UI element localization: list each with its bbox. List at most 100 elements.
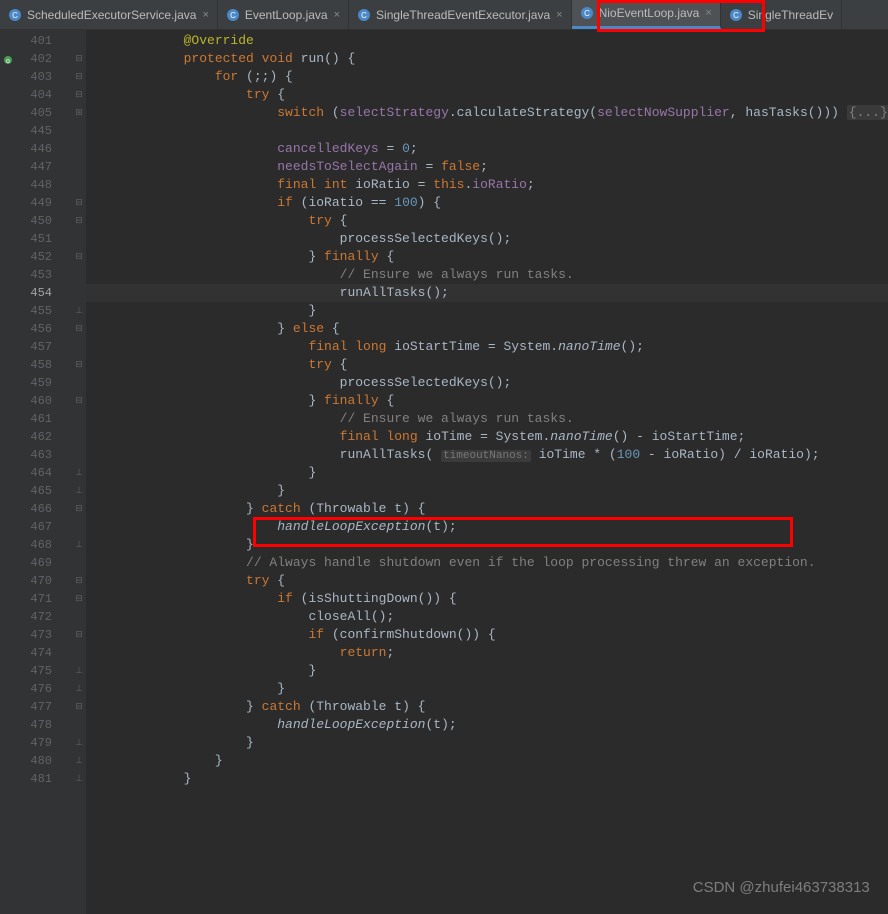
code-line[interactable]: if (isShuttingDown()) { xyxy=(86,590,888,608)
fold-marker[interactable] xyxy=(72,32,86,50)
line-number: 463 xyxy=(0,446,72,464)
tab-single-thread-ev[interactable]: C SingleThreadEv xyxy=(721,0,842,29)
code-line[interactable]: } xyxy=(86,302,888,320)
fold-column[interactable]: ⊟⊟⊟⊞⊟⊟⊟⊥⊟⊟⊟⊥⊥⊟⊥⊟⊟⊟⊥⊥⊟⊥⊥⊥ xyxy=(72,30,86,914)
code-line[interactable]: protected void run() { xyxy=(86,50,888,68)
fold-marker[interactable]: ⊞ xyxy=(72,104,86,122)
code-line[interactable]: try { xyxy=(86,86,888,104)
fold-marker[interactable] xyxy=(72,716,86,734)
fold-marker[interactable]: ⊟ xyxy=(72,590,86,608)
code-line[interactable]: } xyxy=(86,770,888,788)
fold-marker[interactable]: ⊟ xyxy=(72,320,86,338)
code-line[interactable]: switch (selectStrategy.calculateStrategy… xyxy=(86,104,888,122)
tab-scheduled-executor[interactable]: C ScheduledExecutorService.java × xyxy=(0,0,218,29)
code-line[interactable]: // Always handle shutdown even if the lo… xyxy=(86,554,888,572)
fold-marker[interactable]: ⊥ xyxy=(72,680,86,698)
tab-nio-eventloop[interactable]: C NioEventLoop.java × xyxy=(572,0,721,29)
code-line[interactable]: // Ensure we always run tasks. xyxy=(86,266,888,284)
code-line[interactable]: handleLoopException(t); xyxy=(86,716,888,734)
fold-marker[interactable] xyxy=(72,158,86,176)
fold-marker[interactable]: ⊟ xyxy=(72,392,86,410)
fold-marker[interactable]: ⊟ xyxy=(72,248,86,266)
fold-marker[interactable]: ⊥ xyxy=(72,482,86,500)
fold-marker[interactable] xyxy=(72,284,86,302)
fold-marker[interactable] xyxy=(72,338,86,356)
code-line[interactable]: final long ioStartTime = System.nanoTime… xyxy=(86,338,888,356)
code-line[interactable]: } xyxy=(86,662,888,680)
code-line[interactable]: } xyxy=(86,464,888,482)
fold-marker[interactable] xyxy=(72,122,86,140)
code-line[interactable]: } finally { xyxy=(86,392,888,410)
code-line[interactable]: } catch (Throwable t) { xyxy=(86,698,888,716)
code-line[interactable] xyxy=(86,122,888,140)
code-line[interactable]: } catch (Throwable t) { xyxy=(86,500,888,518)
code-line[interactable]: final int ioRatio = this.ioRatio; xyxy=(86,176,888,194)
fold-marker[interactable]: ⊟ xyxy=(72,68,86,86)
code-area[interactable]: @Override protected void run() { for (;;… xyxy=(86,30,888,914)
code-line[interactable]: try { xyxy=(86,572,888,590)
code-line[interactable]: } xyxy=(86,680,888,698)
code-line[interactable]: } else { xyxy=(86,320,888,338)
close-icon[interactable]: × xyxy=(556,9,562,21)
fold-marker[interactable] xyxy=(72,554,86,572)
fold-marker[interactable]: ⊟ xyxy=(72,500,86,518)
code-line[interactable]: } finally { xyxy=(86,248,888,266)
fold-marker[interactable]: ⊟ xyxy=(72,50,86,68)
code-line[interactable]: // Ensure we always run tasks. xyxy=(86,410,888,428)
line-number-gutter[interactable]: 401402o403404405445446447448449450451452… xyxy=(0,30,72,914)
code-line[interactable]: if (confirmShutdown()) { xyxy=(86,626,888,644)
code-line[interactable]: return; xyxy=(86,644,888,662)
code-line[interactable]: try { xyxy=(86,356,888,374)
close-icon[interactable]: × xyxy=(334,9,340,21)
close-icon[interactable]: × xyxy=(202,9,208,21)
tab-single-thread-executor[interactable]: C SingleThreadEventExecutor.java × xyxy=(349,0,572,29)
fold-marker[interactable] xyxy=(72,428,86,446)
code-line[interactable]: for (;;) { xyxy=(86,68,888,86)
fold-marker[interactable]: ⊥ xyxy=(72,752,86,770)
fold-marker[interactable]: ⊟ xyxy=(72,626,86,644)
fold-marker[interactable]: ⊟ xyxy=(72,698,86,716)
override-gutter-icon[interactable]: o xyxy=(3,53,13,63)
code-line[interactable]: runAllTasks(); xyxy=(86,284,888,302)
code-line[interactable]: } xyxy=(86,752,888,770)
fold-marker[interactable]: ⊟ xyxy=(72,86,86,104)
code-line[interactable]: handleLoopException(t); xyxy=(86,518,888,536)
fold-marker[interactable] xyxy=(72,644,86,662)
code-line[interactable]: closeAll(); xyxy=(86,608,888,626)
fold-marker[interactable] xyxy=(72,176,86,194)
fold-marker[interactable] xyxy=(72,230,86,248)
line-number: 479 xyxy=(0,734,72,752)
fold-marker[interactable]: ⊥ xyxy=(72,734,86,752)
code-line[interactable]: try { xyxy=(86,212,888,230)
code-line[interactable]: if (ioRatio == 100) { xyxy=(86,194,888,212)
fold-marker[interactable]: ⊟ xyxy=(72,572,86,590)
code-line[interactable]: runAllTasks( timeoutNanos: ioTime * (100… xyxy=(86,446,888,464)
fold-marker[interactable] xyxy=(72,410,86,428)
fold-marker[interactable]: ⊥ xyxy=(72,536,86,554)
fold-marker[interactable]: ⊥ xyxy=(72,770,86,788)
code-line[interactable]: final long ioTime = System.nanoTime() - … xyxy=(86,428,888,446)
code-line[interactable]: } xyxy=(86,734,888,752)
fold-marker[interactable]: ⊟ xyxy=(72,356,86,374)
fold-marker[interactable]: ⊥ xyxy=(72,302,86,320)
fold-marker[interactable] xyxy=(72,374,86,392)
code-line[interactable]: @Override xyxy=(86,32,888,50)
fold-marker[interactable] xyxy=(72,266,86,284)
code-line[interactable]: processSelectedKeys(); xyxy=(86,230,888,248)
fold-marker[interactable]: ⊟ xyxy=(72,194,86,212)
code-line[interactable]: } xyxy=(86,482,888,500)
fold-marker[interactable] xyxy=(72,518,86,536)
tab-eventloop[interactable]: C EventLoop.java × xyxy=(218,0,349,29)
code-line[interactable]: processSelectedKeys(); xyxy=(86,374,888,392)
fold-marker[interactable] xyxy=(72,608,86,626)
fold-marker[interactable]: ⊥ xyxy=(72,662,86,680)
fold-marker[interactable] xyxy=(72,446,86,464)
fold-marker[interactable] xyxy=(72,140,86,158)
code-line[interactable]: } xyxy=(86,536,888,554)
code-line[interactable]: needsToSelectAgain = false; xyxy=(86,158,888,176)
line-number: 458 xyxy=(0,356,72,374)
fold-marker[interactable]: ⊥ xyxy=(72,464,86,482)
code-line[interactable]: cancelledKeys = 0; xyxy=(86,140,888,158)
close-icon[interactable]: × xyxy=(705,7,711,19)
fold-marker[interactable]: ⊟ xyxy=(72,212,86,230)
